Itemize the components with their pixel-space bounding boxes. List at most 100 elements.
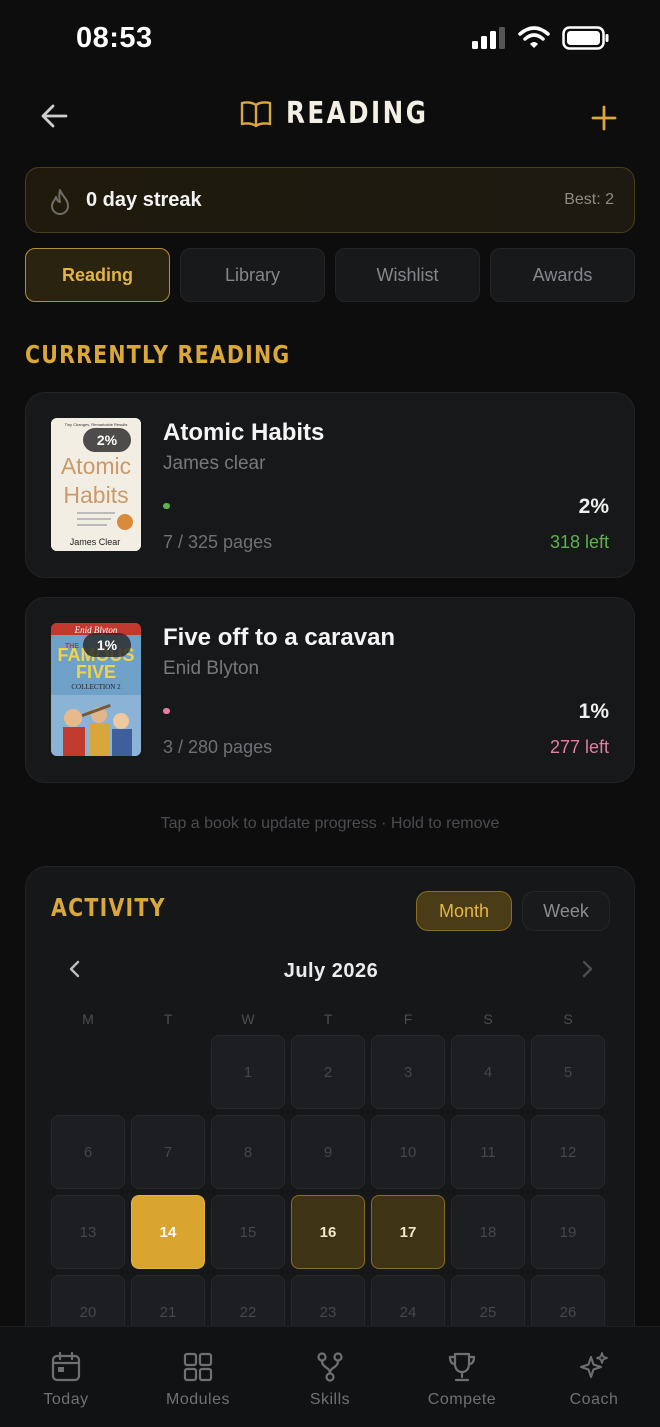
cover-top-line: Tiny Changes, Remarkable Results [65, 422, 128, 427]
pages-read: 3 / 280 pages [163, 737, 273, 757]
calendar-day[interactable]: 10 [371, 1115, 445, 1189]
trophy-icon [448, 1352, 476, 1382]
status-bar: 08:53 [0, 0, 660, 80]
weekday-header: MTWTFSS [51, 1011, 611, 1027]
calendar-day[interactable]: 6 [51, 1115, 125, 1189]
calendar-blank [131, 1035, 205, 1109]
calendar-day[interactable]: 12 [531, 1115, 605, 1189]
calendar-day[interactable]: 17 [371, 1195, 445, 1269]
calendar-day[interactable]: 3 [371, 1035, 445, 1109]
currently-reading-heading: CURRENTLY READING [25, 340, 291, 369]
streak-text: 0 day streak [86, 189, 202, 211]
chevron-right-icon[interactable] [580, 959, 594, 979]
weekday-label: S [483, 1011, 493, 1027]
toggle-month[interactable]: Month [416, 891, 512, 931]
book-author: James clear [163, 453, 266, 474]
toggle-week[interactable]: Week [522, 891, 610, 931]
cover-title-line1: Atomic [61, 453, 131, 479]
book-cover: Tiny Changes, Remarkable Results Atomic … [51, 418, 141, 551]
pages-read: 7 / 325 pages [163, 532, 273, 552]
progress-percent: 2% [578, 495, 609, 518]
page-title-wrap: READING [0, 96, 660, 131]
weekday-label: W [241, 1011, 255, 1027]
book-title: Atomic Habits [163, 419, 325, 446]
cover-line4: COLLECTION 2 [71, 683, 121, 691]
weekday-label: T [163, 1011, 173, 1027]
calendar-grid: 1 2 3 4 5 6 7 8 9 10 11 12 13 14 15 16 17 18 19 20 21 22 23 24 2… [51, 1035, 611, 1349]
progress-percent: 1% [578, 700, 609, 723]
reading-tabs: Reading Library Wishlist Awards [25, 248, 635, 302]
calendar-day[interactable]: 4 [451, 1035, 525, 1109]
sparkles-icon [580, 1352, 608, 1378]
book-title: Five off to a caravan [163, 624, 396, 651]
progress-badge: 1% [83, 633, 131, 657]
progress-fill [163, 503, 170, 509]
book-cover: Enid Blyton THE FAMOUS FIVE COLLECTION 2… [51, 623, 141, 756]
weekday-label: F [403, 1011, 413, 1027]
nav-label: Compete [427, 1391, 497, 1408]
nav-label: Coach [569, 1391, 619, 1408]
progress-bar [163, 708, 503, 714]
nav-compete[interactable]: Compete [396, 1327, 528, 1427]
calendar-day[interactable]: 9 [291, 1115, 365, 1189]
calendar-icon [51, 1351, 81, 1382]
tab-reading[interactable]: Reading [25, 248, 170, 302]
nav-skills[interactable]: Skills [264, 1327, 396, 1427]
cover-author: James Clear [70, 537, 121, 547]
nav-label: Modules [166, 1391, 230, 1408]
weekday-label: T [323, 1011, 333, 1027]
progress-badge: 2% [83, 428, 131, 452]
grid-icon [183, 1352, 213, 1382]
calendar-day[interactable]: 18 [451, 1195, 525, 1269]
weekday-label: S [563, 1011, 573, 1027]
calendar-blank [51, 1035, 125, 1109]
add-book-icon[interactable] [590, 104, 618, 132]
activity-heading: ACTIVITY [51, 893, 166, 922]
tab-wishlist[interactable]: Wishlist [335, 248, 480, 302]
app-header: READING [0, 86, 660, 150]
nav-label: Skills [309, 1391, 351, 1408]
progress-bar [163, 503, 503, 509]
calendar-day[interactable]: 19 [531, 1195, 605, 1269]
nav-today[interactable]: Today [0, 1327, 132, 1427]
calendar-day[interactable]: 2 [291, 1035, 365, 1109]
calendar-day[interactable]: 5 [531, 1035, 605, 1109]
skills-icon [317, 1352, 343, 1382]
book-card-five-off-to-a-caravan[interactable]: Enid Blyton THE FAMOUS FIVE COLLECTION 2… [25, 597, 635, 783]
signal-icon [472, 27, 505, 49]
cover-line3: FIVE [76, 662, 116, 682]
usage-hint: Tap a book to update progress · Hold to … [160, 815, 500, 832]
calendar-month-label: July 2026 [283, 960, 379, 982]
progress-fill [163, 708, 170, 714]
calendar-day[interactable]: 1 [211, 1035, 285, 1109]
calendar-day[interactable]: 15 [211, 1195, 285, 1269]
flame-icon [51, 189, 69, 215]
book-card-atomic-habits[interactable]: Tiny Changes, Remarkable Results Atomic … [25, 392, 635, 578]
page-title: READING [285, 96, 428, 131]
streak-best: Best: 2 [564, 191, 614, 208]
calendar-day[interactable]: 13 [51, 1195, 125, 1269]
pages-left: 318 left [549, 532, 609, 552]
book-open-icon [240, 100, 271, 127]
nav-modules[interactable]: Modules [132, 1327, 264, 1427]
calendar-day[interactable]: 16 [291, 1195, 365, 1269]
calendar-day[interactable]: 11 [451, 1115, 525, 1189]
book-author: Enid Blyton [163, 658, 260, 679]
status-time: 08:53 [76, 22, 153, 54]
nav-label: Today [43, 1391, 89, 1408]
wifi-icon [518, 26, 550, 48]
calendar-day[interactable]: 14 [131, 1195, 205, 1269]
calendar-day[interactable]: 8 [211, 1115, 285, 1189]
bottom-nav: Today Modules Skills Compete Coach [0, 1326, 660, 1427]
tab-awards[interactable]: Awards [490, 248, 635, 302]
tab-library[interactable]: Library [180, 248, 325, 302]
battery-icon [562, 26, 609, 50]
pages-left: 277 left [549, 737, 609, 757]
weekday-label: M [82, 1011, 94, 1027]
cover-title-line2: Habits [63, 482, 128, 508]
nav-coach[interactable]: Coach [528, 1327, 660, 1427]
status-icons [472, 26, 610, 50]
calendar-day[interactable]: 7 [131, 1115, 205, 1189]
calendar-nav: July 2026 [26, 955, 636, 987]
streak-banner: 0 day streak Best: 2 [25, 167, 635, 233]
